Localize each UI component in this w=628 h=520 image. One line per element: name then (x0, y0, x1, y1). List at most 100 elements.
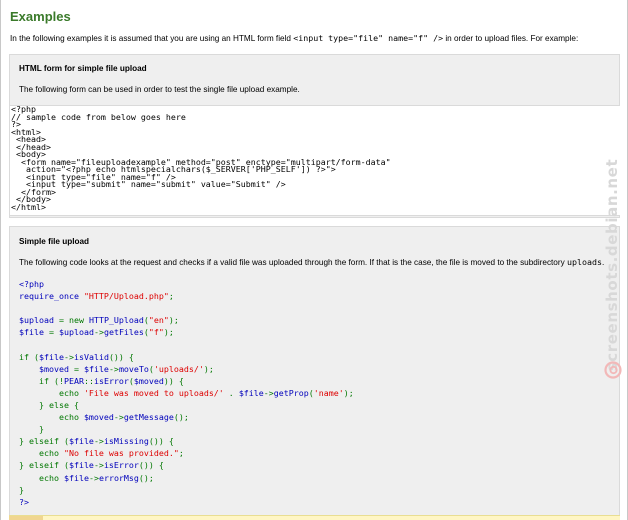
code-token: -> (88, 472, 99, 483)
code-token: isValid (73, 351, 109, 362)
page-title: Examples (10, 9, 71, 24)
code-token: 'File was moved to uploads/' (83, 387, 224, 398)
code-token: :: (83, 375, 94, 386)
code-token: = (73, 363, 84, 374)
code-token: . (223, 387, 239, 398)
html-form-code-block: <?php // sample code from below goes her… (10, 105, 620, 216)
code-token: 'uploads/' (153, 363, 204, 374)
code-line: echo "No file was provided."; (19, 448, 184, 458)
code-token: echo (19, 412, 84, 423)
code-line: $moved = $file->moveTo('uploads/'); (19, 364, 214, 374)
code-token: if ( (19, 351, 39, 362)
section-heading: HTML form for simple file upload (19, 64, 147, 73)
code-token: <?php (19, 279, 44, 289)
strip-marker (9, 516, 43, 520)
code-token: getFiles (103, 327, 144, 338)
code-token: -> (63, 351, 74, 362)
code-line: $upload = new HTTP_Upload("en"); (19, 315, 179, 325)
inline-code-uploads: uploads (566, 257, 602, 267)
code-token: echo (19, 448, 64, 459)
code-token: } elseif ( (19, 436, 69, 447)
php-upload-code-block: <?php require_once "HTTP/Upload.php"; $u… (19, 278, 354, 508)
code-line: } elseif ($file->isMissing()) { (19, 436, 174, 446)
intro-text-after: in order to upload files. For example: (443, 34, 579, 43)
code-line: require_once "HTTP/Upload.php"; (19, 291, 174, 301)
code-token: ?> (19, 496, 29, 507)
code-token: $moved (133, 375, 164, 386)
code-token: ); (168, 315, 179, 326)
section-description: The following form can be used in order … (19, 85, 300, 94)
code-token: } else { (19, 399, 79, 410)
intro-text: In the following examples it is assumed … (10, 32, 578, 45)
code-token: -> (93, 436, 104, 447)
code-token: = new (58, 315, 89, 326)
code-token: "HTTP/Upload.php" (83, 291, 169, 302)
code-token: )) { (163, 375, 184, 386)
code-token: "f" (148, 327, 164, 338)
code-token: ; (168, 291, 174, 302)
code-token: ); (163, 327, 174, 338)
code-line: <?php (19, 279, 44, 289)
code-line: } (19, 424, 44, 434)
code-token: errorMsg (98, 472, 139, 483)
code-line: } else { (19, 400, 79, 410)
code-line: echo $file->errorMsg(); (19, 473, 154, 483)
watermark-text: screenshots.debian.net (603, 158, 621, 372)
intro-inline-code: <input type="file" name="f" /> (293, 33, 444, 43)
code-token: $moved (38, 363, 74, 374)
code-line: if ($file->isValid()) { (19, 352, 134, 362)
code-token: ); (203, 363, 214, 374)
code-token: $upload (58, 327, 94, 338)
code-token: echo (19, 387, 84, 398)
code-token: "en" (148, 315, 169, 326)
code-token: $file (38, 351, 64, 362)
code-token: $file (68, 460, 94, 471)
code-token: $file (19, 327, 49, 338)
code-token: -> (93, 327, 104, 338)
code-token: ()) { (148, 436, 174, 447)
code-token: echo (19, 472, 64, 483)
intro-text-before: In the following examples it is assumed … (10, 34, 294, 43)
code-token: ; (178, 448, 184, 459)
code-token: $file (63, 472, 89, 483)
debian-swirl-icon (604, 361, 622, 379)
code-token: 'name' (313, 387, 344, 398)
code-token: isError (93, 375, 129, 386)
code-token: ()) { (138, 460, 164, 471)
code-token: = (48, 327, 59, 338)
section-description-before: The following code looks at the request … (19, 258, 567, 267)
code-line: if (!PEAR::isError($moved)) { (19, 376, 184, 386)
code-line: } elseif ($file->isError()) { (19, 460, 164, 470)
code-token: "No file was provided." (63, 448, 179, 459)
code-token: (); (138, 472, 154, 483)
code-token: require_once (19, 291, 84, 302)
code-line: $file = $upload->getFiles("f"); (19, 327, 174, 337)
code-token: } (19, 484, 24, 495)
code-token: if (! (19, 375, 64, 386)
code-token: -> (108, 363, 119, 374)
code-token: (); (173, 412, 189, 423)
code-token: $moved (83, 412, 114, 423)
code-token: $file (68, 436, 94, 447)
code-token: PEAR (63, 375, 84, 386)
code-token: getProp (273, 387, 309, 398)
next-section-strip (9, 515, 620, 520)
code-token: ()) { (108, 351, 134, 362)
code-listing: <?php // sample code from below goes her… (11, 104, 391, 212)
code-line: ?> (19, 497, 29, 507)
code-token: HTTP_Upload (88, 315, 144, 326)
code-token: -> (113, 412, 124, 423)
code-token: isError (103, 460, 139, 471)
code-token: } (19, 424, 44, 435)
code-line: echo $moved->getMessage(); (19, 412, 189, 422)
code-line: echo 'File was moved to uploads/' . $fil… (19, 388, 354, 398)
section-description: The following code looks at the request … (19, 257, 604, 267)
code-token: $file (238, 387, 264, 398)
code-line: } (19, 485, 24, 495)
code-token: ); (343, 387, 354, 398)
code-token: $upload (19, 315, 59, 326)
section-heading: Simple file upload (19, 237, 90, 246)
code-token: isMissing (103, 436, 149, 447)
code-token: moveTo (118, 363, 149, 374)
